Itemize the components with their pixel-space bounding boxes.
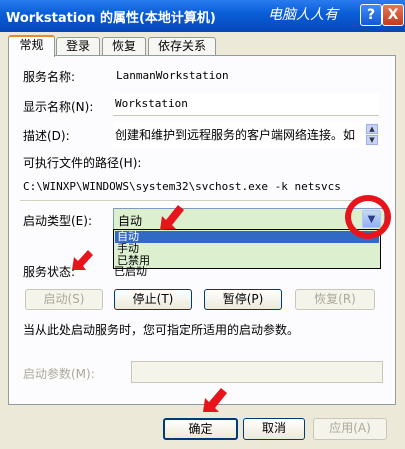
- arrow-icon: [72, 205, 227, 412]
- arrow-to-ok: [203, 388, 227, 412]
- tab-general[interactable]: 常规: [8, 35, 55, 57]
- annotation-arrows: [72, 205, 227, 412]
- arrow-to-status: [72, 250, 93, 270]
- arrow-to-option: [160, 205, 184, 230]
